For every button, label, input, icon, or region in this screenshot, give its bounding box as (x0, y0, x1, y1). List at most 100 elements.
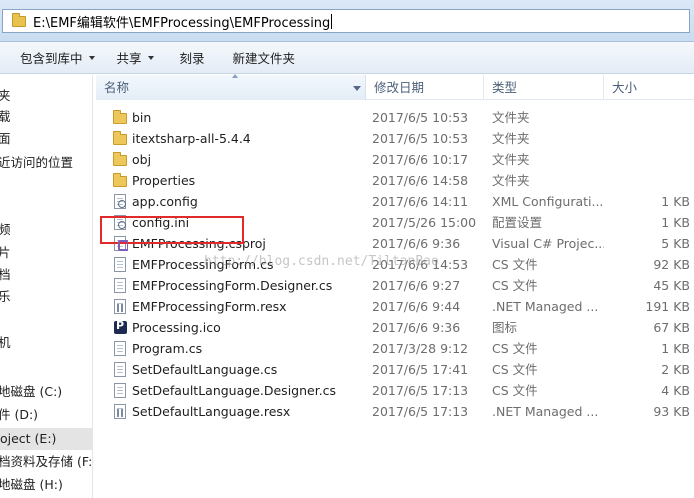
chevron-down-icon[interactable] (353, 86, 361, 91)
nav-item-downloads[interactable]: 载 (0, 106, 11, 128)
file-name: SetDefaultLanguage.resx (132, 404, 291, 419)
file-date: 2017/6/5 10:53 (372, 131, 469, 146)
file-row-itextsharp[interactable]: itextsharp-all-5.4.4 2017/6/5 10:53 文件夹 (96, 128, 694, 149)
new-folder-button[interactable]: 新建文件夹 (229, 46, 300, 70)
file-type: 文件夹 (492, 152, 530, 167)
file-size: 93 KB (653, 404, 690, 419)
file-type: CS 文件 (492, 383, 538, 398)
file-size: 5 KB (661, 236, 690, 251)
file-size: 67 KB (653, 320, 690, 335)
file-row-setdefaultlanguage-resx[interactable]: SetDefaultLanguage.resx 2017/6/5 17:13 .… (96, 401, 694, 422)
nav-item-drive-f[interactable]: 档资料及存储 (F:) (0, 451, 93, 473)
column-header-name[interactable]: 名称 (96, 74, 366, 100)
file-row-program-cs[interactable]: Program.cs 2017/3/28 9:12 CS 文件 1 KB (96, 338, 694, 359)
file-date: 2017/6/5 17:13 (372, 383, 469, 398)
file-size: 4 KB (661, 383, 690, 398)
file-row-obj[interactable]: obj 2017/6/6 10:17 文件夹 (96, 149, 694, 170)
nav-item-drive-c[interactable]: 地磁盘 (C:) (0, 381, 62, 403)
file-date: 2017/3/28 9:12 (372, 341, 469, 356)
command-toolbar: 包含到库中 共享 刻录 新建文件夹 (0, 42, 694, 74)
file-name: Program.cs (132, 341, 203, 356)
file-size: 1 KB (661, 341, 690, 356)
nav-item-label: 档资料及存储 (F:) (0, 454, 93, 469)
file-type: .NET Managed ... (492, 299, 599, 314)
file-type: CS 文件 (492, 257, 538, 272)
nav-item-folder[interactable]: 夹 (0, 85, 11, 107)
nav-item-videos[interactable]: 频 (0, 219, 11, 241)
file-date: 2017/6/6 14:11 (372, 194, 469, 209)
file-date: 2017/6/6 9:44 (372, 299, 461, 314)
nav-item-computer[interactable]: 机 (0, 332, 11, 354)
cs-file-icon (112, 383, 128, 398)
file-size (604, 107, 690, 128)
nav-item-desktop[interactable]: 面 (0, 128, 11, 150)
file-name: EMFProcessingForm.resx (132, 299, 287, 314)
resx-file-icon (112, 404, 128, 419)
file-size: 1 KB (661, 215, 690, 230)
text-caret (331, 13, 333, 29)
file-size: 1 KB (661, 194, 690, 209)
file-row-setdefaultlanguage-cs[interactable]: SetDefaultLanguage.cs 2017/6/5 17:41 CS … (96, 359, 694, 380)
file-type: .NET Managed ... (492, 404, 599, 419)
file-row-processing-ico[interactable]: Processing.ico 2017/6/6 9:36 图标 67 KB (96, 317, 694, 338)
column-header-size[interactable]: 大小 (604, 75, 694, 100)
folder-icon (112, 173, 128, 188)
file-type: CS 文件 (492, 278, 538, 293)
file-type: CS 文件 (492, 341, 538, 356)
nav-item-drive-h[interactable]: 地磁盘 (H:) (0, 474, 63, 496)
cs-file-icon (112, 362, 128, 377)
nav-item-pictures[interactable]: 片 (0, 242, 11, 264)
address-path[interactable]: E:\EMF编辑软件\EMFProcessing\EMFProcessing (33, 12, 330, 31)
file-type: 配置设置 (492, 215, 543, 230)
column-header-date[interactable]: 修改日期 (366, 75, 484, 100)
file-name: Properties (132, 173, 196, 188)
column-header-date-label: 修改日期 (374, 80, 425, 95)
nav-item-label: 件 (D:) (0, 407, 39, 422)
file-type: CS 文件 (492, 362, 538, 377)
column-header-type[interactable]: 类型 (484, 75, 604, 100)
chevron-down-icon (88, 55, 95, 60)
nav-item-label: 地磁盘 (H:) (0, 477, 63, 492)
nav-item-label: 载 (0, 109, 11, 124)
file-row-form-resx[interactable]: EMFProcessingForm.resx 2017/6/6 9:44 .NE… (96, 296, 694, 317)
file-name: obj (132, 152, 152, 167)
nav-item-documents[interactable]: 档 (0, 264, 11, 286)
file-row-form-designer-cs[interactable]: EMFProcessingForm.Designer.cs 2017/6/6 9… (96, 275, 694, 296)
file-date: 2017/6/6 10:17 (372, 152, 469, 167)
file-size (604, 170, 690, 191)
column-header-name-label: 名称 (104, 80, 130, 95)
file-date: 2017/6/6 9:27 (372, 278, 461, 293)
file-row-properties[interactable]: Properties 2017/6/6 14:58 文件夹 (96, 170, 694, 191)
sort-ascending-icon (232, 74, 238, 78)
file-date: 2017/6/6 9:36 (372, 236, 461, 251)
file-row-bin[interactable]: bin 2017/6/5 10:53 文件夹 (96, 107, 694, 128)
navigation-pane[interactable]: 夹 载 面 近访问的位置 频 片 档 乐 机 地磁盘 (C:) 件 (D:) o… (0, 75, 93, 498)
file-row-app-config[interactable]: app.config 2017/6/6 14:11 XML Configurat… (96, 191, 694, 212)
share-button[interactable]: 共享 (113, 46, 158, 70)
nav-item-label: 机 (0, 335, 11, 350)
file-date: 2017/6/5 10:53 (372, 110, 469, 125)
file-size (604, 128, 690, 149)
chevron-down-icon (147, 55, 154, 60)
file-size: 92 KB (653, 257, 690, 272)
file-date: 2017/6/5 17:13 (372, 404, 469, 419)
new-folder-label: 新建文件夹 (232, 51, 296, 66)
file-type: 文件夹 (492, 110, 530, 125)
nav-item-label: 近访问的位置 (0, 155, 74, 170)
file-name: app.config (132, 194, 198, 209)
folder-icon (112, 152, 128, 167)
file-row-setdefaultlanguage-designer-cs[interactable]: SetDefaultLanguage.Designer.cs 2017/6/5 … (96, 380, 694, 401)
column-header-type-label: 类型 (492, 80, 518, 95)
nav-item-label: oject (E:) (0, 431, 57, 446)
folder-icon (112, 131, 128, 146)
nav-item-drive-d[interactable]: 件 (D:) (0, 404, 38, 426)
watermark: http://blog.csdn.net/TiltanBao (204, 254, 439, 269)
include-in-library-button[interactable]: 包含到库中 (16, 46, 99, 70)
burn-button[interactable]: 刻录 (176, 46, 209, 70)
nav-item-drive-e[interactable]: oject (E:) (0, 428, 92, 450)
file-date: 2017/5/26 15:00 (372, 215, 477, 230)
address-bar[interactable]: E:\EMF编辑软件\EMFProcessing\EMFProcessing (2, 9, 690, 33)
nav-item-recent-places[interactable]: 近访问的位置 (0, 152, 73, 174)
nav-item-music[interactable]: 乐 (0, 286, 11, 308)
file-list[interactable]: 名称 修改日期 类型 大小 bin 2017/6/5 10:53 文件夹 ite… (96, 74, 694, 498)
